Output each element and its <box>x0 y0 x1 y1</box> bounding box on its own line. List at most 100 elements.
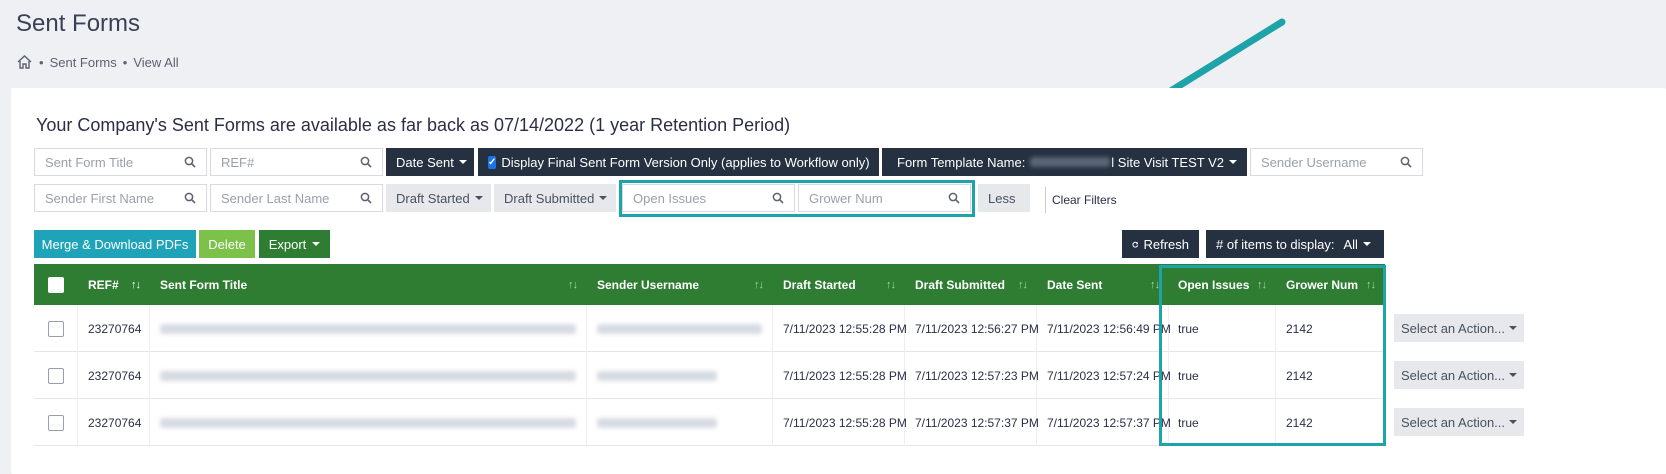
refresh-label: Refresh <box>1143 236 1189 252</box>
sender-username-cell <box>587 305 773 352</box>
items-to-display-value: All <box>1343 236 1358 252</box>
search-icon <box>184 156 196 168</box>
less-label: Less <box>988 190 1016 206</box>
final-version-checkbox[interactable]: ✓ <box>488 155 497 169</box>
column-label: Date Sent <box>1047 277 1103 292</box>
search-icon <box>360 192 372 204</box>
breadcrumb-separator: • <box>39 54 44 70</box>
row-action-label: Select an Action... <box>1400 367 1506 383</box>
final-version-toggle[interactable]: ✓ Display Final Sent Form Version Only (… <box>478 148 879 176</box>
column-label: Draft Started <box>783 277 856 292</box>
column-header-draft-submitted[interactable]: Draft Submitted ↑↓ <box>905 264 1037 305</box>
row-checkbox[interactable] <box>47 367 64 384</box>
column-label: Draft Submitted <box>915 277 1005 292</box>
caret-down-icon <box>312 242 321 246</box>
sender-first-name-placeholder: Sender First Name <box>45 190 155 206</box>
highlight-filters-box <box>619 180 975 217</box>
redacted-username <box>597 417 717 428</box>
form-template-value: l Site Visit TEST V2 <box>1111 154 1224 170</box>
caret-down-icon <box>1509 373 1518 377</box>
sent-form-title-cell[interactable] <box>150 399 587 446</box>
ref-input[interactable]: REF# <box>210 148 383 176</box>
redacted-title <box>160 370 576 381</box>
caret-down-icon <box>1509 326 1518 330</box>
form-template-dropdown[interactable]: Form Template Name: l Site Visit TEST V2 <box>882 148 1247 176</box>
column-header-sent-form-title[interactable]: Sent Form Title ↑↓ <box>150 264 587 305</box>
draft-submitted-dropdown[interactable]: Draft Submitted <box>494 184 616 212</box>
form-template-label: Form Template Name: <box>897 154 1026 170</box>
row-select-cell <box>34 305 78 352</box>
row-action-dropdown[interactable]: Select an Action... <box>1394 408 1524 436</box>
export-label: Export <box>268 236 307 252</box>
merge-download-button[interactable]: Merge & Download PDFs <box>34 230 196 258</box>
ref-placeholder: REF# <box>221 154 255 170</box>
sent-form-title-input[interactable]: Sent Form Title <box>34 148 207 176</box>
retention-notice: Your Company's Sent Forms are available … <box>36 115 791 135</box>
column-label: REF# <box>88 277 119 292</box>
redacted-template-name <box>1030 157 1111 167</box>
clear-filters-link[interactable]: Clear Filters <box>1045 187 1117 213</box>
search-icon <box>184 192 196 204</box>
date-sent-label: Date Sent <box>396 154 454 170</box>
export-dropdown[interactable]: Export <box>259 230 330 258</box>
draft-started-cell: 7/11/2023 12:55:28 PM <box>773 305 907 352</box>
column-header-sender-username[interactable]: Sender Username ↑↓ <box>587 264 773 305</box>
sender-username-cell <box>587 352 773 399</box>
sort-icon[interactable]: ↑↓ <box>1150 279 1160 291</box>
draft-started-dropdown[interactable]: Draft Started <box>386 184 491 212</box>
caret-down-icon <box>458 160 467 164</box>
caret-down-icon <box>1362 242 1371 246</box>
refresh-icon <box>1132 241 1139 248</box>
draft-submitted-cell: 7/11/2023 12:57:23 PM <box>905 352 1039 399</box>
caret-down-icon <box>599 196 608 200</box>
search-icon <box>360 156 372 168</box>
redacted-title <box>160 417 576 428</box>
date-sent-cell: 7/11/2023 12:56:49 PM <box>1037 305 1171 352</box>
items-to-display-label: # of items to display: <box>1216 236 1335 252</box>
sort-icon[interactable]: ↑↓ <box>568 279 578 291</box>
caret-down-icon <box>474 196 483 200</box>
redacted-username <box>597 323 762 334</box>
draft-submitted-cell: 7/11/2023 12:57:37 PM <box>905 399 1039 446</box>
page-title: Sent Forms <box>16 10 141 37</box>
sender-username-input[interactable]: Sender Username <box>1250 148 1423 176</box>
sender-username-cell <box>587 399 773 446</box>
home-icon[interactable] <box>16 54 33 70</box>
search-icon <box>1400 156 1412 168</box>
sender-last-name-input[interactable]: Sender Last Name <box>210 184 383 212</box>
column-header-date-sent[interactable]: Date Sent ↑↓ <box>1037 264 1169 305</box>
draft-started-label: Draft Started <box>396 190 470 206</box>
column-header-ref[interactable]: REF# ↑↓ <box>78 264 150 305</box>
sender-first-name-input[interactable]: Sender First Name <box>34 184 207 212</box>
column-label: Sent Form Title <box>160 277 248 292</box>
highlight-columns-box <box>1159 265 1386 446</box>
select-all-checkbox[interactable] <box>48 276 64 293</box>
row-checkbox[interactable] <box>47 320 64 337</box>
sent-form-title-cell[interactable] <box>150 305 587 352</box>
column-header-draft-started[interactable]: Draft Started ↑↓ <box>773 264 905 305</box>
sort-icon[interactable]: ↑↓ <box>754 279 764 291</box>
caret-down-icon <box>1509 420 1518 424</box>
delete-button[interactable]: Delete <box>199 230 255 258</box>
date-sent-cell: 7/11/2023 12:57:24 PM <box>1037 352 1171 399</box>
items-to-display-dropdown[interactable]: # of items to display: All <box>1206 230 1384 258</box>
sender-last-name-placeholder: Sender Last Name <box>221 190 330 206</box>
date-sent-dropdown[interactable]: Date Sent <box>386 148 474 176</box>
row-action-dropdown[interactable]: Select an Action... <box>1394 314 1524 342</box>
row-action-dropdown[interactable]: Select an Action... <box>1394 361 1524 389</box>
header-select-all[interactable] <box>34 264 78 305</box>
sent-form-title-cell[interactable] <box>150 352 587 399</box>
breadcrumb-view-all: View All <box>133 54 179 70</box>
breadcrumb-sent-forms[interactable]: Sent Forms <box>50 55 117 70</box>
row-action-label: Select an Action... <box>1400 414 1506 430</box>
sort-icon[interactable]: ↑↓ <box>131 279 141 291</box>
less-button[interactable]: Less <box>978 184 1030 212</box>
draft-submitted-cell: 7/11/2023 12:56:27 PM <box>905 305 1039 352</box>
row-checkbox[interactable] <box>47 414 64 431</box>
ref-cell: 23270764 <box>78 305 150 352</box>
sort-icon[interactable]: ↑↓ <box>1018 279 1028 291</box>
sort-icon[interactable]: ↑↓ <box>886 279 896 291</box>
refresh-button[interactable]: Refresh <box>1122 230 1199 258</box>
draft-submitted-label: Draft Submitted <box>504 190 595 206</box>
breadcrumb: • Sent Forms • View All <box>16 54 179 70</box>
